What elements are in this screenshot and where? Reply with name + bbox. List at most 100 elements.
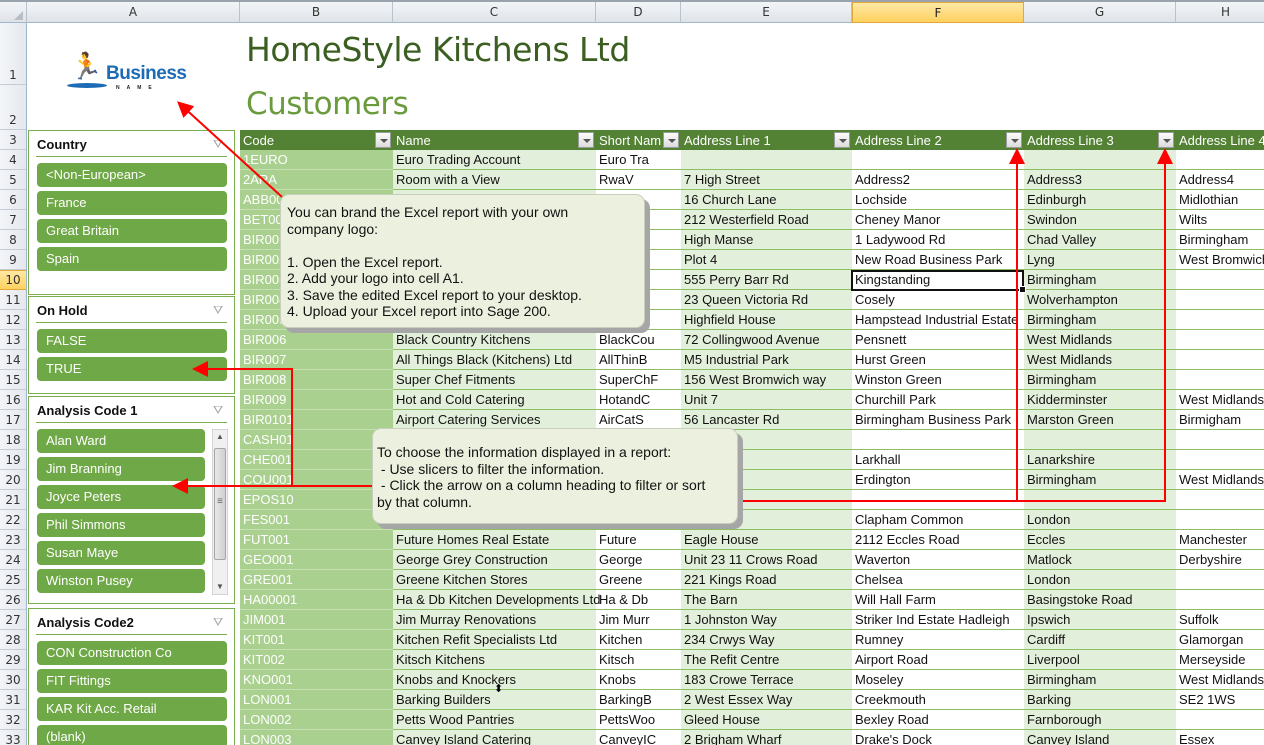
table-cell[interactable]: Cosely (852, 290, 1024, 310)
table-cell[interactable]: Erdington (852, 470, 1024, 490)
table-cell[interactable]: West Midlands (1176, 390, 1264, 410)
table-cell[interactable]: Birmigham (1176, 410, 1264, 430)
table-cell[interactable]: Lyng (1024, 250, 1176, 270)
table-cell[interactable]: Bexley Road (852, 710, 1024, 730)
table-cell[interactable] (1176, 310, 1264, 330)
table-cell[interactable]: SuperChF (596, 370, 681, 390)
table-cell[interactable] (852, 150, 1024, 170)
select-all-button[interactable] (0, 2, 27, 23)
table-cell[interactable] (1176, 430, 1264, 450)
table-cell[interactable]: 1 Johnston Way (681, 610, 852, 630)
column-heading[interactable]: Address Line 4 (1176, 130, 1264, 150)
table-cell[interactable]: Black Country Kitchens (393, 330, 596, 350)
table-cell[interactable]: Marston Green (1024, 410, 1176, 430)
table-cell[interactable]: Larkhall (852, 450, 1024, 470)
table-cell[interactable]: 56 Lancaster Rd (681, 410, 852, 430)
table-cell[interactable]: Rumney (852, 630, 1024, 650)
table-cell[interactable]: Birmingham (1024, 370, 1176, 390)
row-header[interactable]: 19 (0, 450, 26, 470)
table-cell[interactable]: Creekmouth (852, 690, 1024, 710)
table-cell[interactable]: Petts Wood Pantries (393, 710, 596, 730)
table-cell[interactable]: Liverpool (1024, 650, 1176, 670)
table-cell[interactable]: Future (596, 530, 681, 550)
table-cell[interactable]: Midlothian (1176, 190, 1264, 210)
column-heading[interactable]: Address Line 2 (852, 130, 1024, 150)
table-cell[interactable]: LON003 (240, 730, 393, 745)
filter-dropdown-arrow-icon[interactable] (578, 132, 594, 148)
table-cell[interactable] (1176, 370, 1264, 390)
table-cell[interactable]: COU001 (240, 470, 393, 490)
row-header[interactable]: 24 (0, 550, 26, 570)
table-cell[interactable]: Euro Tra (596, 150, 681, 170)
row-header[interactable]: 21 (0, 490, 26, 510)
table-cell[interactable]: Super Chef Fitments (393, 370, 596, 390)
column-header-a[interactable]: A (27, 2, 240, 23)
table-cell[interactable]: 2ARA (240, 170, 393, 190)
filter-dropdown-arrow-icon[interactable] (663, 132, 679, 148)
table-cell[interactable]: KIT002 (240, 650, 393, 670)
slicer-item[interactable]: FIT Fittings (37, 669, 227, 693)
table-cell[interactable]: Ipswich (1024, 610, 1176, 630)
table-cell[interactable]: Striker Ind Estate Hadleigh (852, 610, 1024, 630)
table-cell[interactable] (1024, 490, 1176, 510)
row-header[interactable]: 1 (0, 23, 26, 85)
table-cell[interactable]: London (1024, 510, 1176, 530)
table-cell[interactable]: Edinburgh (1024, 190, 1176, 210)
table-cell[interactable]: Address3 (1024, 170, 1176, 190)
table-cell[interactable]: Ha & Db (596, 590, 681, 610)
table-cell[interactable]: Jim Murr (596, 610, 681, 630)
table-cell[interactable]: 2112 Eccles Road (852, 530, 1024, 550)
table-cell[interactable]: Barking (1024, 690, 1176, 710)
row-header[interactable]: 12 (0, 310, 26, 330)
row-header[interactable]: 15 (0, 370, 26, 390)
table-cell[interactable]: 72 Collingwood Avenue (681, 330, 852, 350)
table-cell[interactable]: Greene Kitchen Stores (393, 570, 596, 590)
filter-dropdown-arrow-icon[interactable] (1158, 132, 1174, 148)
table-cell[interactable]: Manchester (1176, 530, 1264, 550)
table-cell[interactable]: Clapham Common (852, 510, 1024, 530)
column-heading[interactable]: Code (240, 130, 393, 150)
table-cell[interactable] (1176, 710, 1264, 730)
table-cell[interactable]: Waverton (852, 550, 1024, 570)
table-cell[interactable]: Hurst Green (852, 350, 1024, 370)
table-cell[interactable] (1176, 590, 1264, 610)
slicer-scrollbar[interactable]: ▲ ▼ (212, 429, 228, 595)
slicer-item[interactable]: KAR Kit Acc. Retail (37, 697, 227, 721)
row-header[interactable]: 13 (0, 330, 26, 350)
table-cell[interactable] (1024, 430, 1176, 450)
selected-cell-f10[interactable] (851, 270, 1026, 293)
table-cell[interactable]: HA00001 (240, 590, 393, 610)
table-cell[interactable]: Churchill Park (852, 390, 1024, 410)
table-cell[interactable]: Chelsea (852, 570, 1024, 590)
table-cell[interactable]: All Things Black (Kitchens) Ltd (393, 350, 596, 370)
table-cell[interactable]: Birmingham (1024, 470, 1176, 490)
table-cell[interactable]: 7 High Street (681, 170, 852, 190)
table-cell[interactable]: Pensnett (852, 330, 1024, 350)
row-header[interactable]: 26 (0, 590, 26, 610)
table-cell[interactable]: PettsWoo (596, 710, 681, 730)
table-cell[interactable]: West Midlands (1176, 670, 1264, 690)
table-cell[interactable]: Greene (596, 570, 681, 590)
table-cell[interactable]: Hot and Cold Catering (393, 390, 596, 410)
table-cell[interactable]: KNO001 (240, 670, 393, 690)
table-cell[interactable] (1176, 350, 1264, 370)
table-cell[interactable]: Airport Road (852, 650, 1024, 670)
table-cell[interactable]: Wolverhampton (1024, 290, 1176, 310)
table-cell[interactable]: 234 Crwys Way (681, 630, 852, 650)
table-cell[interactable]: London (1024, 570, 1176, 590)
table-cell[interactable]: LON002 (240, 710, 393, 730)
table-cell[interactable]: 221 Kings Road (681, 570, 852, 590)
table-cell[interactable]: Drake's Dock (852, 730, 1024, 745)
table-cell[interactable]: Birmingham (1024, 670, 1176, 690)
table-cell[interactable]: Airport Catering Services (393, 410, 596, 430)
column-heading[interactable]: Address Line 1 (681, 130, 852, 150)
slicer-item[interactable]: Alan Ward (37, 429, 205, 453)
column-header-f[interactable]: F (852, 2, 1024, 23)
slicer-item[interactable]: (blank) (37, 725, 227, 745)
row-header[interactable]: 17 (0, 410, 26, 430)
scroll-up-arrow-icon[interactable]: ▲ (213, 430, 227, 444)
table-cell[interactable] (1176, 290, 1264, 310)
row-header[interactable]: 18 (0, 430, 26, 450)
table-cell[interactable]: Highfield House (681, 310, 852, 330)
table-cell[interactable]: GEO001 (240, 550, 393, 570)
